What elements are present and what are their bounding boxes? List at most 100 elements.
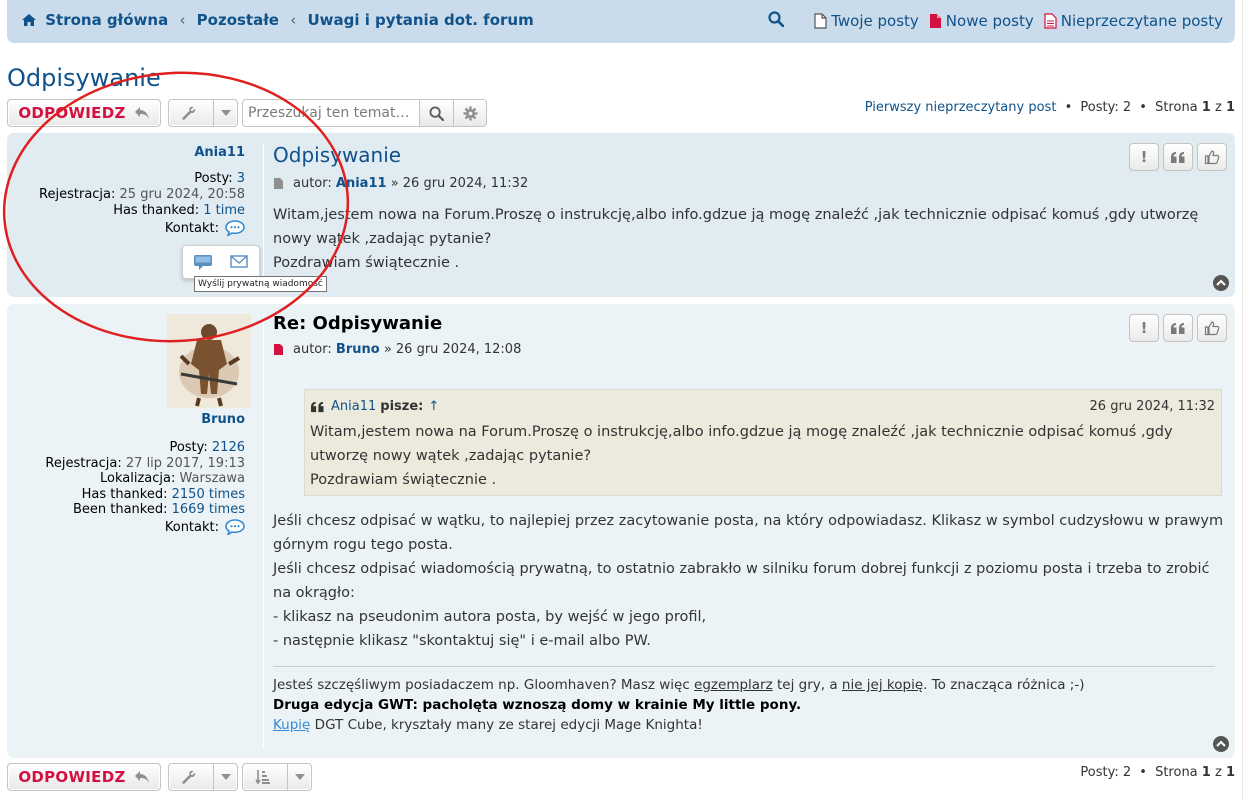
search-icon[interactable] [768, 11, 785, 31]
your-posts-link[interactable]: Twoje posty [814, 12, 919, 30]
report-button[interactable]: ! [1129, 314, 1159, 342]
post-title[interactable]: Re: Odpisywanie [273, 313, 442, 334]
pm-icon[interactable] [193, 254, 213, 272]
profile-posts-value[interactable]: 3 [237, 171, 245, 186]
crumb-pozostale[interactable]: Pozostałe [197, 11, 279, 29]
profile-registration: Rejestracja: 27 lip 2017, 19:13 [45, 456, 245, 471]
unread-posts-link[interactable]: Nieprzeczytane posty [1044, 12, 1223, 30]
sort-button[interactable] [242, 763, 312, 791]
reply-button-bottom[interactable]: ODPOWIEDZ [7, 763, 161, 791]
post-author-username[interactable]: Ania11 [194, 145, 245, 160]
post-meta: autor: Ania11 » 26 gru 2024, 11:32 [273, 176, 528, 191]
quote-line: Pozdrawiam świątecznie . [310, 472, 497, 488]
chevron-left-icon: ‹ [290, 11, 297, 29]
profile-thanked-label: Has thanked: [81, 487, 168, 502]
profile-contact-label: Kontakt: [164, 519, 219, 535]
new-posts-link[interactable]: Nowe posty [929, 12, 1034, 30]
profile-posts-value[interactable]: 2126 [212, 440, 245, 455]
thanks-button[interactable] [1197, 143, 1227, 171]
contact-popup [182, 245, 260, 279]
profile-posts-label: Posty: [169, 440, 208, 455]
meta-date: » 26 gru 2024, 11:32 [390, 176, 529, 191]
chevron-down-icon[interactable] [213, 764, 237, 790]
exclamation-icon: ! [1140, 319, 1148, 337]
page-of: z [1214, 765, 1222, 780]
crumb-forum[interactable]: Uwagi i pytania dot. forum [307, 11, 533, 29]
post-2-profile: Bruno Posty: 2126 Rejestracja: 27 lip 20… [7, 304, 255, 758]
posts-count: 2 [1122, 100, 1132, 115]
quote-line: Witam,jestem nowa na Forum.Proszę o inst… [310, 424, 1173, 464]
thanks-button[interactable] [1197, 314, 1227, 342]
profile-reg-label: Rejestracja: [45, 456, 122, 471]
file-icon [814, 13, 827, 29]
quote-button[interactable] [1163, 143, 1193, 171]
topic-search-input[interactable] [243, 100, 419, 126]
first-unread-link[interactable]: Pierwszy nieprzeczytany post [865, 100, 1057, 115]
page-current: 1 [1201, 100, 1211, 115]
page-total: 1 [1225, 765, 1235, 780]
quote-icon [1171, 322, 1185, 334]
topic-title[interactable]: Odpisywanie [7, 64, 161, 92]
chevron-down-icon[interactable] [213, 100, 237, 126]
profile-reg-value: 27 lip 2017, 19:13 [125, 456, 245, 471]
post-author-username[interactable]: Bruno [201, 412, 245, 427]
quick-links: Twoje posty Nowe posty Nieprzeczytane po… [768, 11, 1223, 31]
topic-tools-button[interactable] [168, 99, 238, 127]
post-2: Bruno Posty: 2126 Rejestracja: 27 lip 20… [7, 304, 1235, 758]
post-buttons: ! [1125, 143, 1227, 171]
chevron-left-icon: ‹ [179, 11, 186, 29]
gear-icon [463, 105, 478, 121]
profile-registration: Rejestracja: 25 gru 2024, 20:58 [39, 187, 245, 202]
breadcrumb: Strona główna ‹ Pozostałe ‹ Uwagi i pyta… [21, 11, 534, 31]
signature-line-1: Jesteś szczęśliwym posiadaczem np. Gloom… [273, 675, 1215, 695]
quote-source-arrow[interactable]: ↑ [428, 399, 439, 414]
report-button[interactable]: ! [1129, 143, 1159, 171]
quote-says: pisze: [380, 399, 424, 414]
sig-link[interactable]: Kupię [273, 717, 310, 733]
crumb-home[interactable]: Strona główna [45, 11, 168, 29]
pagination-bottom: Posty: 2 • Strona 1 z 1 [1080, 765, 1235, 780]
post-paragraph: Jeśli chcesz odpisać wiadomością prywatn… [273, 561, 1210, 601]
scrollbar-track[interactable] [1242, 0, 1259, 800]
profile-posts: Posty: 3 [194, 171, 245, 186]
quote-author[interactable]: Ania11 [331, 399, 376, 414]
chevron-down-icon[interactable] [287, 764, 311, 790]
topic-tools-button-bottom[interactable] [168, 763, 238, 791]
post-2-body: Re: Odpisywanie autor: Bruno » 26 gru 20… [273, 304, 1227, 758]
quote-icon [1171, 151, 1185, 163]
signature: Jesteś szczęśliwym posiadaczem np. Gloom… [273, 666, 1215, 735]
profile-thanked-value[interactable]: 2150 times [172, 487, 245, 502]
meta-prefix: autor: [293, 176, 332, 191]
quote-icon [311, 401, 324, 412]
meta-author[interactable]: Ania11 [336, 176, 387, 191]
post-buttons: ! [1125, 314, 1227, 342]
email-icon[interactable] [230, 254, 248, 270]
profile-thanked-value[interactable]: 1 time [203, 203, 245, 218]
quote-button[interactable] [1163, 314, 1193, 342]
contact-chat-icon[interactable] [225, 220, 245, 236]
navbar: Strona główna ‹ Pozostałe ‹ Uwagi i pyta… [7, 0, 1235, 43]
your-posts-label: Twoje posty [831, 12, 919, 30]
sig-text: DGT Cube, kryształy many ze starej edycj… [314, 717, 703, 733]
avatar[interactable] [167, 314, 251, 408]
exclamation-icon: ! [1140, 148, 1148, 166]
advanced-search-button[interactable] [453, 100, 486, 126]
page-label: Strona [1155, 100, 1198, 115]
topic-search [242, 99, 487, 127]
page-total: 1 [1225, 100, 1235, 115]
back-to-top-icon[interactable] [1213, 736, 1229, 752]
separator: • [1064, 100, 1073, 115]
page-label: Strona [1155, 765, 1198, 780]
back-to-top-icon[interactable] [1213, 275, 1229, 291]
contact-chat-icon[interactable] [225, 519, 245, 535]
meta-author[interactable]: Bruno [336, 342, 380, 357]
search-button[interactable] [419, 100, 453, 126]
post-title[interactable]: Odpisywanie [273, 143, 401, 167]
posts-label: Posty: [1080, 765, 1119, 780]
tooltip: Wyślij prywatną wiadomość [194, 276, 327, 292]
reply-button[interactable]: ODPOWIEDZ [7, 99, 161, 127]
file-red-icon [929, 14, 941, 28]
meta-date: » 26 gru 2024, 12:08 [383, 342, 522, 357]
profile-thanked: Has thanked: 2150 times [82, 487, 245, 502]
profile-been-thanked-value[interactable]: 1669 times [172, 502, 245, 517]
